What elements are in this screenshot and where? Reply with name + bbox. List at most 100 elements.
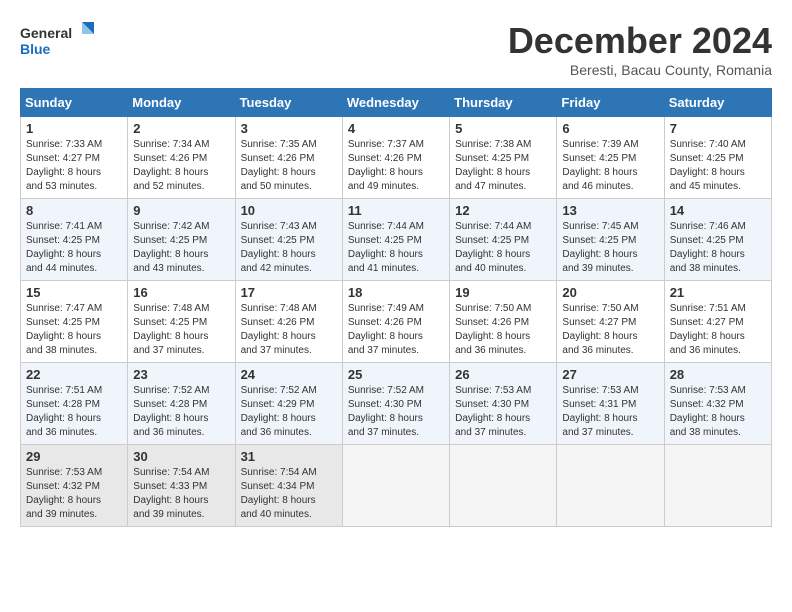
day-number: 7: [670, 121, 766, 136]
day-info: Sunrise: 7:52 AM Sunset: 4:30 PM Dayligh…: [348, 384, 444, 440]
day-number: 1: [26, 121, 122, 136]
title-block: December 2024 Beresti, Bacau County, Rom…: [508, 20, 772, 78]
day-info: Sunrise: 7:35 AM Sunset: 4:26 PM Dayligh…: [241, 138, 337, 194]
day-number: 8: [26, 203, 122, 218]
day-info: Sunrise: 7:43 AM Sunset: 4:25 PM Dayligh…: [241, 220, 337, 276]
calendar-cell: [664, 445, 771, 527]
day-number: 20: [562, 285, 658, 300]
calendar-cell: 9 Sunrise: 7:42 AM Sunset: 4:25 PM Dayli…: [128, 199, 235, 281]
day-info: Sunrise: 7:47 AM Sunset: 4:25 PM Dayligh…: [26, 302, 122, 358]
day-info: Sunrise: 7:50 AM Sunset: 4:27 PM Dayligh…: [562, 302, 658, 358]
calendar-cell: 29 Sunrise: 7:53 AM Sunset: 4:32 PM Dayl…: [21, 445, 128, 527]
calendar-cell: 19 Sunrise: 7:50 AM Sunset: 4:26 PM Dayl…: [450, 281, 557, 363]
calendar-cell: 8 Sunrise: 7:41 AM Sunset: 4:25 PM Dayli…: [21, 199, 128, 281]
day-number: 16: [133, 285, 229, 300]
day-number: 21: [670, 285, 766, 300]
calendar-cell: 5 Sunrise: 7:38 AM Sunset: 4:25 PM Dayli…: [450, 117, 557, 199]
calendar-cell: 21 Sunrise: 7:51 AM Sunset: 4:27 PM Dayl…: [664, 281, 771, 363]
calendar-cell: 1 Sunrise: 7:33 AM Sunset: 4:27 PM Dayli…: [21, 117, 128, 199]
calendar-cell: 13 Sunrise: 7:45 AM Sunset: 4:25 PM Dayl…: [557, 199, 664, 281]
month-title: December 2024: [508, 20, 772, 62]
day-info: Sunrise: 7:38 AM Sunset: 4:25 PM Dayligh…: [455, 138, 551, 194]
calendar-cell: 31 Sunrise: 7:54 AM Sunset: 4:34 PM Dayl…: [235, 445, 342, 527]
calendar-cell: 26 Sunrise: 7:53 AM Sunset: 4:30 PM Dayl…: [450, 363, 557, 445]
calendar-cell: 27 Sunrise: 7:53 AM Sunset: 4:31 PM Dayl…: [557, 363, 664, 445]
day-number: 18: [348, 285, 444, 300]
day-info: Sunrise: 7:33 AM Sunset: 4:27 PM Dayligh…: [26, 138, 122, 194]
day-number: 26: [455, 367, 551, 382]
calendar-cell: [342, 445, 449, 527]
calendar-cell: [557, 445, 664, 527]
calendar-cell: [450, 445, 557, 527]
calendar-cell: 6 Sunrise: 7:39 AM Sunset: 4:25 PM Dayli…: [557, 117, 664, 199]
day-info: Sunrise: 7:40 AM Sunset: 4:25 PM Dayligh…: [670, 138, 766, 194]
location-subtitle: Beresti, Bacau County, Romania: [508, 62, 772, 78]
calendar-cell: 11 Sunrise: 7:44 AM Sunset: 4:25 PM Dayl…: [342, 199, 449, 281]
day-info: Sunrise: 7:41 AM Sunset: 4:25 PM Dayligh…: [26, 220, 122, 276]
calendar-cell: 7 Sunrise: 7:40 AM Sunset: 4:25 PM Dayli…: [664, 117, 771, 199]
day-info: Sunrise: 7:34 AM Sunset: 4:26 PM Dayligh…: [133, 138, 229, 194]
calendar-cell: 15 Sunrise: 7:47 AM Sunset: 4:25 PM Dayl…: [21, 281, 128, 363]
day-info: Sunrise: 7:53 AM Sunset: 4:30 PM Dayligh…: [455, 384, 551, 440]
day-info: Sunrise: 7:53 AM Sunset: 4:32 PM Dayligh…: [670, 384, 766, 440]
weekday-header-monday: Monday: [128, 89, 235, 117]
weekday-header-friday: Friday: [557, 89, 664, 117]
day-number: 23: [133, 367, 229, 382]
calendar-cell: 18 Sunrise: 7:49 AM Sunset: 4:26 PM Dayl…: [342, 281, 449, 363]
calendar-cell: 20 Sunrise: 7:50 AM Sunset: 4:27 PM Dayl…: [557, 281, 664, 363]
day-info: Sunrise: 7:42 AM Sunset: 4:25 PM Dayligh…: [133, 220, 229, 276]
day-number: 15: [26, 285, 122, 300]
day-info: Sunrise: 7:53 AM Sunset: 4:32 PM Dayligh…: [26, 466, 122, 522]
day-number: 5: [455, 121, 551, 136]
calendar-table: SundayMondayTuesdayWednesdayThursdayFrid…: [20, 88, 772, 527]
calendar-cell: 23 Sunrise: 7:52 AM Sunset: 4:28 PM Dayl…: [128, 363, 235, 445]
svg-text:Blue: Blue: [20, 41, 51, 57]
day-number: 28: [670, 367, 766, 382]
day-number: 2: [133, 121, 229, 136]
day-info: Sunrise: 7:52 AM Sunset: 4:28 PM Dayligh…: [133, 384, 229, 440]
day-info: Sunrise: 7:51 AM Sunset: 4:28 PM Dayligh…: [26, 384, 122, 440]
weekday-header-sunday: Sunday: [21, 89, 128, 117]
day-info: Sunrise: 7:48 AM Sunset: 4:26 PM Dayligh…: [241, 302, 337, 358]
calendar-cell: 4 Sunrise: 7:37 AM Sunset: 4:26 PM Dayli…: [342, 117, 449, 199]
weekday-header-wednesday: Wednesday: [342, 89, 449, 117]
calendar-cell: 14 Sunrise: 7:46 AM Sunset: 4:25 PM Dayl…: [664, 199, 771, 281]
day-info: Sunrise: 7:52 AM Sunset: 4:29 PM Dayligh…: [241, 384, 337, 440]
day-info: Sunrise: 7:50 AM Sunset: 4:26 PM Dayligh…: [455, 302, 551, 358]
day-number: 12: [455, 203, 551, 218]
day-info: Sunrise: 7:51 AM Sunset: 4:27 PM Dayligh…: [670, 302, 766, 358]
calendar-cell: 28 Sunrise: 7:53 AM Sunset: 4:32 PM Dayl…: [664, 363, 771, 445]
day-info: Sunrise: 7:45 AM Sunset: 4:25 PM Dayligh…: [562, 220, 658, 276]
day-number: 3: [241, 121, 337, 136]
calendar-cell: 16 Sunrise: 7:48 AM Sunset: 4:25 PM Dayl…: [128, 281, 235, 363]
day-info: Sunrise: 7:53 AM Sunset: 4:31 PM Dayligh…: [562, 384, 658, 440]
weekday-header-thursday: Thursday: [450, 89, 557, 117]
page-header: General Blue December 2024 Beresti, Baca…: [20, 20, 772, 78]
calendar-cell: 25 Sunrise: 7:52 AM Sunset: 4:30 PM Dayl…: [342, 363, 449, 445]
day-info: Sunrise: 7:44 AM Sunset: 4:25 PM Dayligh…: [455, 220, 551, 276]
day-info: Sunrise: 7:46 AM Sunset: 4:25 PM Dayligh…: [670, 220, 766, 276]
day-info: Sunrise: 7:37 AM Sunset: 4:26 PM Dayligh…: [348, 138, 444, 194]
logo: General Blue: [20, 20, 100, 65]
weekday-header-saturday: Saturday: [664, 89, 771, 117]
calendar-cell: 17 Sunrise: 7:48 AM Sunset: 4:26 PM Dayl…: [235, 281, 342, 363]
weekday-header-tuesday: Tuesday: [235, 89, 342, 117]
day-info: Sunrise: 7:44 AM Sunset: 4:25 PM Dayligh…: [348, 220, 444, 276]
day-number: 10: [241, 203, 337, 218]
day-info: Sunrise: 7:54 AM Sunset: 4:33 PM Dayligh…: [133, 466, 229, 522]
day-number: 14: [670, 203, 766, 218]
day-number: 25: [348, 367, 444, 382]
day-number: 17: [241, 285, 337, 300]
day-number: 13: [562, 203, 658, 218]
calendar-cell: 24 Sunrise: 7:52 AM Sunset: 4:29 PM Dayl…: [235, 363, 342, 445]
calendar-cell: 10 Sunrise: 7:43 AM Sunset: 4:25 PM Dayl…: [235, 199, 342, 281]
day-info: Sunrise: 7:48 AM Sunset: 4:25 PM Dayligh…: [133, 302, 229, 358]
day-number: 24: [241, 367, 337, 382]
calendar-cell: 30 Sunrise: 7:54 AM Sunset: 4:33 PM Dayl…: [128, 445, 235, 527]
day-number: 11: [348, 203, 444, 218]
calendar-cell: 3 Sunrise: 7:35 AM Sunset: 4:26 PM Dayli…: [235, 117, 342, 199]
day-info: Sunrise: 7:39 AM Sunset: 4:25 PM Dayligh…: [562, 138, 658, 194]
day-number: 9: [133, 203, 229, 218]
day-number: 29: [26, 449, 122, 464]
calendar-cell: 2 Sunrise: 7:34 AM Sunset: 4:26 PM Dayli…: [128, 117, 235, 199]
